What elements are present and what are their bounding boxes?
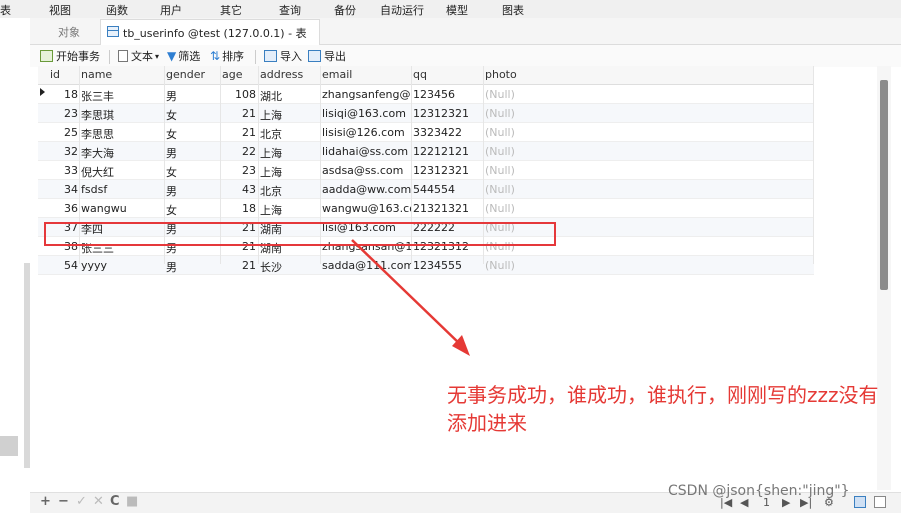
annotation-text: 无事务成功，谁成功，谁执行，刚刚写的zzz没有添加进来 <box>447 383 879 435</box>
discard-changes-icon[interactable]: ✕ <box>93 494 104 509</box>
form-view-icon[interactable] <box>874 496 886 508</box>
watermark: CSDN @json{shen:"jing"} <box>668 483 850 499</box>
apply-changes-icon[interactable]: ✓ <box>76 494 87 509</box>
grid-view-icon[interactable] <box>854 496 866 508</box>
add-record-icon[interactable]: + <box>40 494 51 509</box>
refresh-icon[interactable]: C <box>110 494 120 509</box>
delete-record-icon[interactable]: − <box>58 494 69 509</box>
stop-icon[interactable]: ■ <box>126 494 138 509</box>
